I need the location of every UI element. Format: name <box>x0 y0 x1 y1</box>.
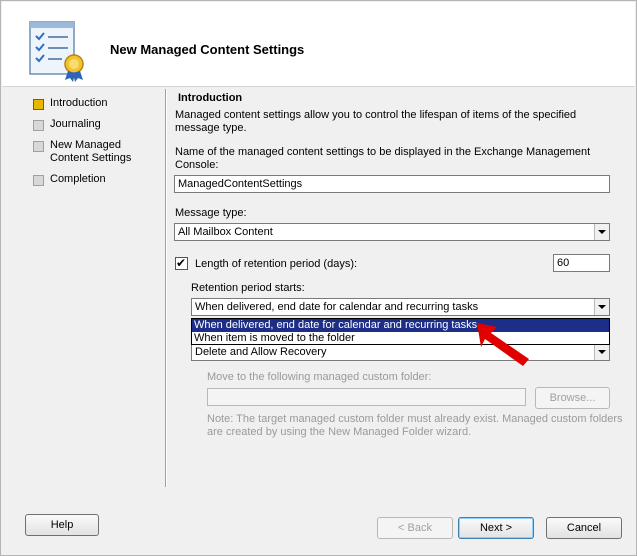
retention-days-input[interactable]: 60 <box>553 254 610 272</box>
chevron-down-icon[interactable] <box>594 344 609 360</box>
retention-starts-label: Retention period starts: <box>191 282 305 294</box>
checklist-certificate-icon <box>29 21 84 82</box>
help-button[interactable]: Help <box>25 514 99 536</box>
retention-starts-select[interactable]: When delivered, end date for calendar an… <box>191 298 610 316</box>
wizard-title: New Managed Content Settings <box>110 42 305 57</box>
name-label-line2: Console: <box>175 159 219 171</box>
message-type-select[interactable]: All Mailbox Content <box>174 223 610 241</box>
browse-button[interactable]: Browse... <box>535 387 610 409</box>
nav-bullet-icon <box>33 175 44 186</box>
name-label-line1: Name of the managed content settings to … <box>175 146 591 158</box>
nav-item-label: Introduction <box>50 97 108 109</box>
intro-text-line2: message type. <box>175 122 247 134</box>
nav-item-journaling[interactable]: Journaling <box>33 118 101 131</box>
back-button[interactable]: < Back <box>377 517 453 539</box>
message-type-value: All Mailbox Content <box>178 226 273 238</box>
chevron-down-icon[interactable] <box>594 224 609 240</box>
nav-divider <box>165 89 167 487</box>
section-title: Introduction <box>178 92 243 104</box>
cancel-button[interactable]: Cancel <box>546 517 622 539</box>
nav-item-label: Journaling <box>50 118 101 130</box>
note-text-line1: Note: The target managed custom folder m… <box>207 413 623 425</box>
nav-item-label: New Managed Content Settings <box>50 139 132 164</box>
name-input[interactable]: ManagedContentSettings <box>174 175 610 193</box>
nav-item-label: Completion <box>50 173 106 185</box>
retention-starts-value: When delivered, end date for calendar an… <box>195 301 479 313</box>
intro-text-line1: Managed content settings allow you to co… <box>175 109 577 121</box>
retention-checkbox[interactable] <box>175 256 188 270</box>
action-value: Delete and Allow Recovery <box>195 346 327 358</box>
dropdown-option-when-delivered[interactable]: When delivered, end date for calendar an… <box>192 319 609 332</box>
dropdown-option-when-moved[interactable]: When item is moved to the folder <box>192 332 609 345</box>
wizard-window: New Managed Content Settings Introductio… <box>0 0 637 556</box>
wizard-header: New Managed Content Settings <box>2 2 635 87</box>
nav-item-new-managed-content-settings[interactable]: New Managed Content Settings <box>33 139 158 165</box>
retention-starts-dropdown-list: When delivered, end date for calendar an… <box>191 318 610 345</box>
next-button[interactable]: Next > <box>458 517 534 539</box>
note-text-line2: are created by using the New Managed Fol… <box>207 426 472 438</box>
nav-item-completion[interactable]: Completion <box>33 173 106 186</box>
red-arrow-icon <box>477 323 529 366</box>
nav-bullet-icon <box>33 141 44 152</box>
move-folder-label: Move to the following managed custom fol… <box>207 371 432 383</box>
move-folder-input[interactable] <box>207 388 526 406</box>
nav-bullet-active-icon <box>33 99 44 110</box>
nav-item-introduction[interactable]: Introduction <box>33 97 107 110</box>
nav-bullet-icon <box>33 120 44 131</box>
chevron-down-icon[interactable] <box>594 299 609 315</box>
retention-checkbox-label: Length of retention period (days): <box>195 258 358 270</box>
action-select[interactable]: Delete and Allow Recovery <box>191 343 610 361</box>
message-type-label: Message type: <box>175 207 247 219</box>
